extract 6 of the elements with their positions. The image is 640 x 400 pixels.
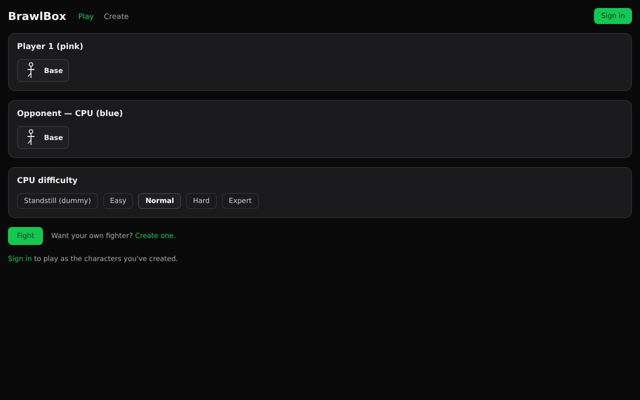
card-title: CPU difficulty [17, 176, 79, 185]
stick-figure-icon [26, 129, 36, 146]
card-title: Player 1 (pink) [17, 42, 84, 51]
card-title: Opponent — CPU (blue) [17, 109, 124, 118]
stick-figure-icon [26, 62, 36, 79]
brand-logo: BrawlBox [8, 10, 66, 22]
